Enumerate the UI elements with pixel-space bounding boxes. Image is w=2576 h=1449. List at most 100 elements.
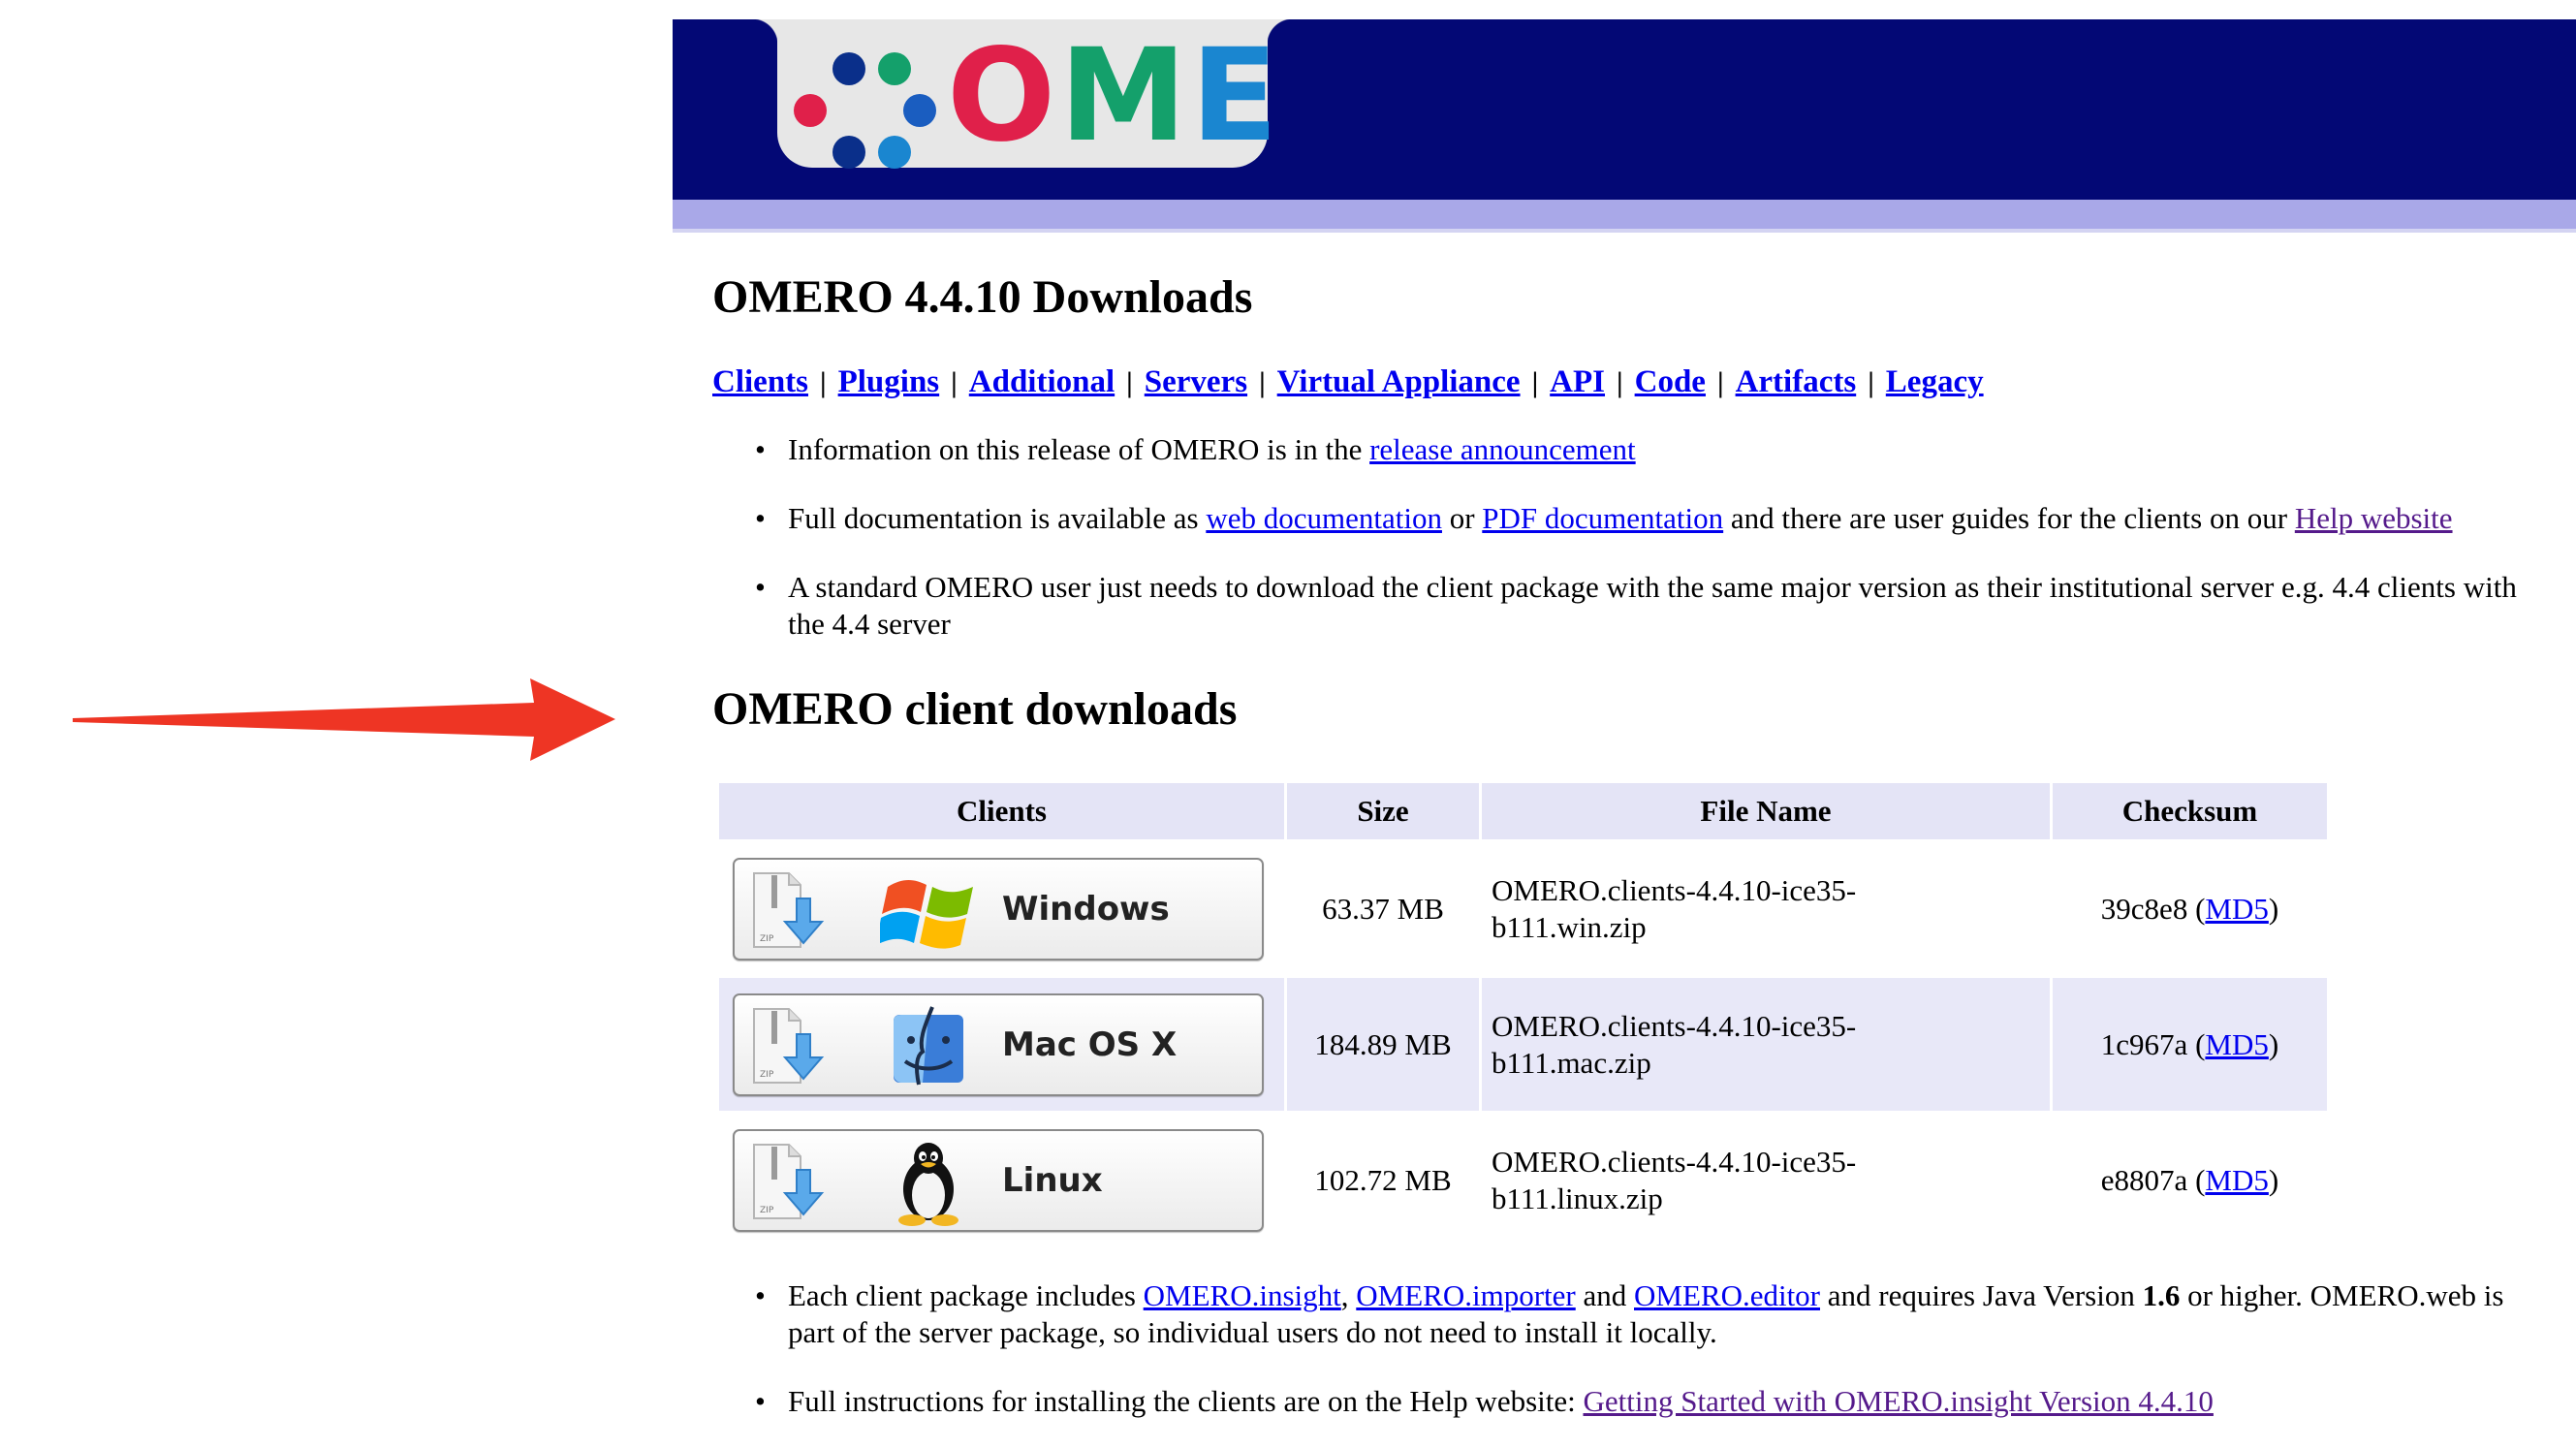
client-cell: ZIP Windows xyxy=(719,842,1284,975)
nav-separator: | xyxy=(1868,366,1874,398)
downloads-page: OME OMERO 4.4.10 Downloads Clients | Plugi… xyxy=(673,0,2576,1449)
checksum-value: 1c967a xyxy=(2100,1026,2188,1061)
zip-download-icon: ZIP xyxy=(753,871,825,948)
checksum-paren: ) xyxy=(2268,1162,2279,1197)
java-version: 1.6 xyxy=(2142,1278,2181,1312)
nav-link-code[interactable]: Code xyxy=(1635,364,1706,399)
checksum-paren: ( xyxy=(2187,891,2206,926)
md5-link[interactable]: MD5 xyxy=(2205,892,2268,926)
file-name-part: b111.linux.zip xyxy=(1492,1181,1663,1215)
column-header-file-name: File Name xyxy=(1482,783,2050,839)
checksum-paren: ( xyxy=(2187,1162,2206,1197)
md5-link[interactable]: MD5 xyxy=(2205,1027,2268,1061)
nav-link-api[interactable]: API xyxy=(1550,364,1605,399)
web-documentation-link[interactable]: web documentation xyxy=(1206,501,1442,535)
list-item: Information on this release of OMERO is … xyxy=(712,431,2554,468)
mac-finder-icon xyxy=(894,1005,963,1085)
list-item: A standard OMERO user just needs to down… xyxy=(712,569,2554,643)
checksum-cell: 1c967a (MD5) xyxy=(2053,978,2327,1111)
ome-wordmark: OME xyxy=(947,23,1282,169)
windows-logo-icon xyxy=(880,879,973,949)
client-downloads-heading: OMERO client downloads xyxy=(712,683,1238,735)
md5-link[interactable]: MD5 xyxy=(2205,1163,2268,1197)
section-nav: Clients | Plugins | Additional | Servers | Virtu… xyxy=(712,362,1984,403)
logo-letter-m: M xyxy=(1059,21,1191,171)
omero-insight-link[interactable]: OMERO.insight xyxy=(1144,1278,1341,1312)
checksum-paren: ) xyxy=(2268,1026,2279,1061)
omero-editor-link[interactable]: OMERO.editor xyxy=(1634,1278,1820,1312)
standard-user-note: A standard OMERO user just needs to down… xyxy=(788,570,2517,641)
size-cell: 184.89 MB xyxy=(1287,978,1479,1111)
includes-text: and requires Java Version xyxy=(1820,1278,2143,1312)
client-notes-list: Each client package includes OMERO.insig… xyxy=(712,1277,2554,1449)
header-divider xyxy=(673,229,2576,233)
nav-separator: | xyxy=(1259,366,1266,398)
file-name-part: OMERO.clients-4.4.10-ice35- xyxy=(1492,1144,1857,1179)
download-windows-button[interactable]: ZIP Windows xyxy=(733,857,1264,961)
nav-separator: | xyxy=(1716,366,1724,398)
getting-started-link[interactable]: Getting Started with OMERO.insight Versi… xyxy=(1584,1384,2214,1418)
nav-separator: | xyxy=(1617,366,1623,398)
download-button-label: Mac OS X xyxy=(1002,1024,1178,1064)
includes-text: , xyxy=(1340,1278,1357,1312)
column-header-clients: Clients xyxy=(719,783,1284,839)
release-announcement-link[interactable]: release announcement xyxy=(1369,432,1636,466)
includes-text: Each client package includes xyxy=(788,1278,1144,1312)
file-name-cell: OMERO.clients-4.4.10-ice35- b111.mac.zip xyxy=(1482,978,2050,1111)
includes-text: and xyxy=(1575,1278,1634,1312)
nav-link-artifacts[interactable]: Artifacts xyxy=(1736,364,1857,399)
pdf-documentation-link[interactable]: PDF documentation xyxy=(1482,501,1723,535)
ome-dots-icon xyxy=(794,52,936,169)
release-info-text: Information on this release of OMERO is … xyxy=(788,432,1370,466)
list-item: Each client package includes OMERO.insig… xyxy=(712,1277,2554,1351)
client-cell: ZIP Linux xyxy=(719,1114,1284,1246)
list-item: Full documentation is available as web d… xyxy=(712,500,2554,537)
docs-text: and there are user guides for the client… xyxy=(1723,501,2295,535)
checksum-cell: 39c8e8 (MD5) xyxy=(2053,842,2327,975)
download-button-label: Windows xyxy=(1002,889,1170,929)
nav-link-additional[interactable]: Additional xyxy=(969,364,1115,399)
nav-link-servers[interactable]: Servers xyxy=(1145,364,1247,399)
nav-link-legacy[interactable]: Legacy xyxy=(1886,364,1984,399)
zip-label: ZIP xyxy=(760,934,774,944)
ome-logo[interactable]: OME xyxy=(752,19,1293,169)
logo-letter-e: E xyxy=(1190,21,1282,171)
column-header-size: Size xyxy=(1287,783,1479,839)
zip-label: ZIP xyxy=(760,1206,774,1215)
zip-label: ZIP xyxy=(760,1070,774,1080)
size-cell: 102.72 MB xyxy=(1314,1162,1452,1197)
client-downloads-table: Clients Size File Name Checksum ZIP Wind… xyxy=(716,780,2330,1249)
header-stripe xyxy=(673,200,2576,229)
download-button-label: Linux xyxy=(1002,1160,1103,1200)
file-name-cell: OMERO.clients-4.4.10-ice35- b111.linux.zi… xyxy=(1482,1114,2050,1246)
instructions-text: Full instructions for installing the cli… xyxy=(788,1384,1584,1418)
file-name-part: OMERO.clients-4.4.10-ice35- xyxy=(1492,1008,1857,1043)
client-cell: ZIP Mac OS X xyxy=(719,978,1284,1111)
checksum-paren: ( xyxy=(2187,1026,2206,1061)
nav-link-clients[interactable]: Clients xyxy=(712,364,808,399)
nav-separator: | xyxy=(951,366,958,398)
logo-letter-o: O xyxy=(947,21,1060,171)
checksum-paren: ) xyxy=(2268,891,2279,926)
nav-link-virtual-appliance[interactable]: Virtual Appliance xyxy=(1277,364,1521,399)
file-name-cell: OMERO.clients-4.4.10-ice35- b111.win.zip xyxy=(1482,842,2050,975)
file-name-part: OMERO.clients-4.4.10-ice35- xyxy=(1492,872,1857,907)
nav-link-plugins[interactable]: Plugins xyxy=(838,364,940,399)
zip-download-icon: ZIP xyxy=(753,1143,825,1219)
omero-importer-link[interactable]: OMERO.importer xyxy=(1356,1278,1575,1312)
docs-text: Full documentation is available as xyxy=(788,501,1207,535)
file-name-part: b111.mac.zip xyxy=(1492,1045,1651,1080)
zip-download-icon: ZIP xyxy=(753,1007,825,1084)
release-info-list: Information on this release of OMERO is … xyxy=(712,431,2554,675)
checksum-cell: e8807a (MD5) xyxy=(2053,1114,2327,1246)
table-row: ZIP Mac OS X 184.89 MB OMERO.clients-4.4… xyxy=(719,978,2327,1111)
linux-tux-icon xyxy=(898,1142,958,1226)
file-name-part: b111.win.zip xyxy=(1492,909,1647,944)
help-website-link[interactable]: Help website xyxy=(2295,501,2453,535)
docs-text: or xyxy=(1441,501,1483,535)
download-mac-button[interactable]: ZIP Mac OS X xyxy=(733,992,1264,1096)
table-row: ZIP Windows 63.37 MB OMERO.clients-4.4.1… xyxy=(719,842,2327,975)
checksum-value: e8807a xyxy=(2100,1162,2188,1197)
download-linux-button[interactable]: ZIP Linux xyxy=(733,1128,1264,1232)
checksum-value: 39c8e8 xyxy=(2100,891,2188,926)
